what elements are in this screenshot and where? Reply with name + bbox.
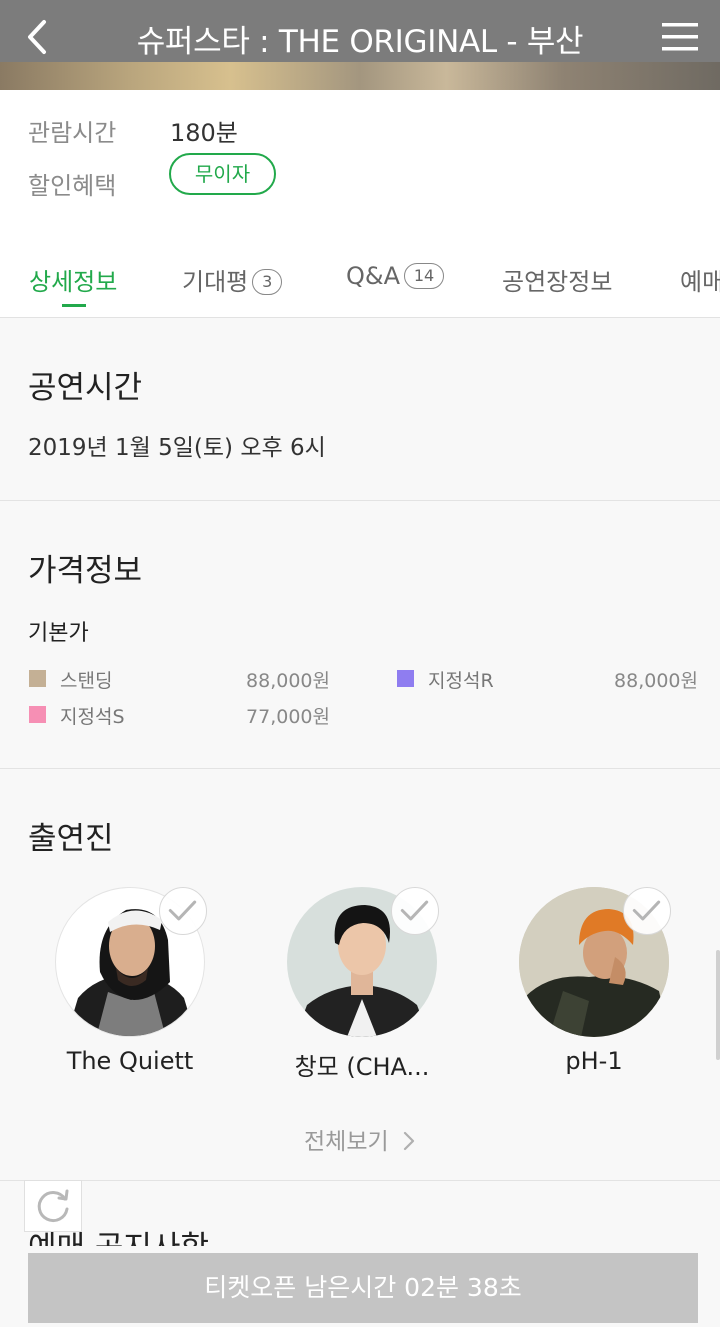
cast-title: 출연진 [28, 821, 114, 857]
checkmark-icon [400, 900, 429, 921]
tab-active-indicator [62, 304, 86, 307]
tab-bar: 상세정보 기대평 3 Q&A 14 공연장정보 예매 [0, 236, 720, 318]
cast-name: The Quiett [66, 1047, 194, 1075]
tab-booking-label: 예매 [680, 268, 720, 296]
view-all-link[interactable]: 전체보기 [0, 1122, 720, 1156]
tab-qna-count: 14 [404, 263, 445, 289]
cast-member[interactable]: pH-1 [519, 887, 671, 1087]
pricing-title: 가격정보 [28, 553, 143, 589]
cast-section: 출연진 The Quiett 창모 (CHA... pH-1 [0, 769, 720, 1181]
checkmark-icon [632, 900, 661, 921]
ticket-open-button[interactable]: 티켓오픈 남은시간 02분 38초 [28, 1253, 698, 1323]
tab-expectations-label: 기대평 [182, 268, 249, 296]
tab-details[interactable]: 상세정보 [29, 262, 117, 297]
check-icon[interactable] [623, 887, 671, 935]
cast-member[interactable]: 창모 (CHA... [287, 887, 439, 1087]
chevron-right-icon [403, 1131, 415, 1151]
check-icon[interactable] [159, 887, 207, 935]
menu-button[interactable] [660, 20, 700, 54]
hamburger-menu-icon [662, 23, 698, 51]
view-all-label: 전체보기 [304, 1129, 389, 1155]
header: 슈퍼스타 : THE ORIGINAL - 부산 [0, 0, 720, 90]
price-name: 지정석R [428, 670, 494, 692]
discount-label: 할인혜택 [28, 172, 117, 200]
cast-name: pH-1 [565, 1047, 623, 1075]
price-swatch [29, 706, 46, 723]
price-name: 지정석S [60, 706, 125, 728]
refresh-icon [37, 1189, 69, 1223]
tab-booking[interactable]: 예매 [680, 262, 720, 297]
pricing-section: 가격정보 기본가 스탠딩 88,000원 지정석R 88,000원 지정석S 7… [0, 501, 720, 769]
cast-member[interactable]: The Quiett [55, 887, 207, 1087]
tab-venue[interactable]: 공연장정보 [502, 262, 612, 297]
price-amount: 88,000원 [614, 670, 698, 692]
showtime-section: 공연시간 2019년 1월 5일(토) 오후 6시 [0, 318, 720, 501]
price-amount: 88,000원 [246, 670, 330, 692]
checkmark-icon [168, 900, 197, 921]
chevron-left-icon [28, 20, 46, 54]
tab-qna[interactable]: Q&A 14 [346, 262, 445, 290]
runtime-label: 관람시간 [28, 119, 117, 147]
discount-badge[interactable]: 무이자 [169, 153, 276, 195]
refresh-button[interactable] [24, 1180, 82, 1232]
page-title: 슈퍼스타 : THE ORIGINAL - 부산 [136, 24, 584, 60]
cast-name: 창모 (CHA... [294, 1053, 430, 1081]
tab-expectations[interactable]: 기대평 3 [182, 262, 283, 297]
price-amount: 77,000원 [246, 706, 330, 728]
price-swatch [29, 670, 46, 687]
check-icon[interactable] [391, 887, 439, 935]
showtime-title: 공연시간 [28, 370, 143, 406]
tab-expectations-count: 3 [252, 269, 283, 295]
showtime-value: 2019년 1월 5일(토) 오후 6시 [28, 435, 326, 461]
performance-info: 관람시간 180분 할인혜택 무이자 [0, 90, 720, 236]
pricing-subtitle: 기본가 [28, 621, 89, 646]
tab-qna-label: Q&A [346, 262, 401, 290]
price-name: 스탠딩 [60, 670, 113, 692]
tab-venue-label: 공연장정보 [502, 268, 613, 296]
price-swatch [397, 670, 414, 687]
back-button[interactable] [20, 16, 60, 56]
tab-details-label: 상세정보 [29, 268, 118, 296]
runtime-value: 180분 [170, 119, 238, 147]
scrollbar[interactable] [716, 950, 720, 1060]
